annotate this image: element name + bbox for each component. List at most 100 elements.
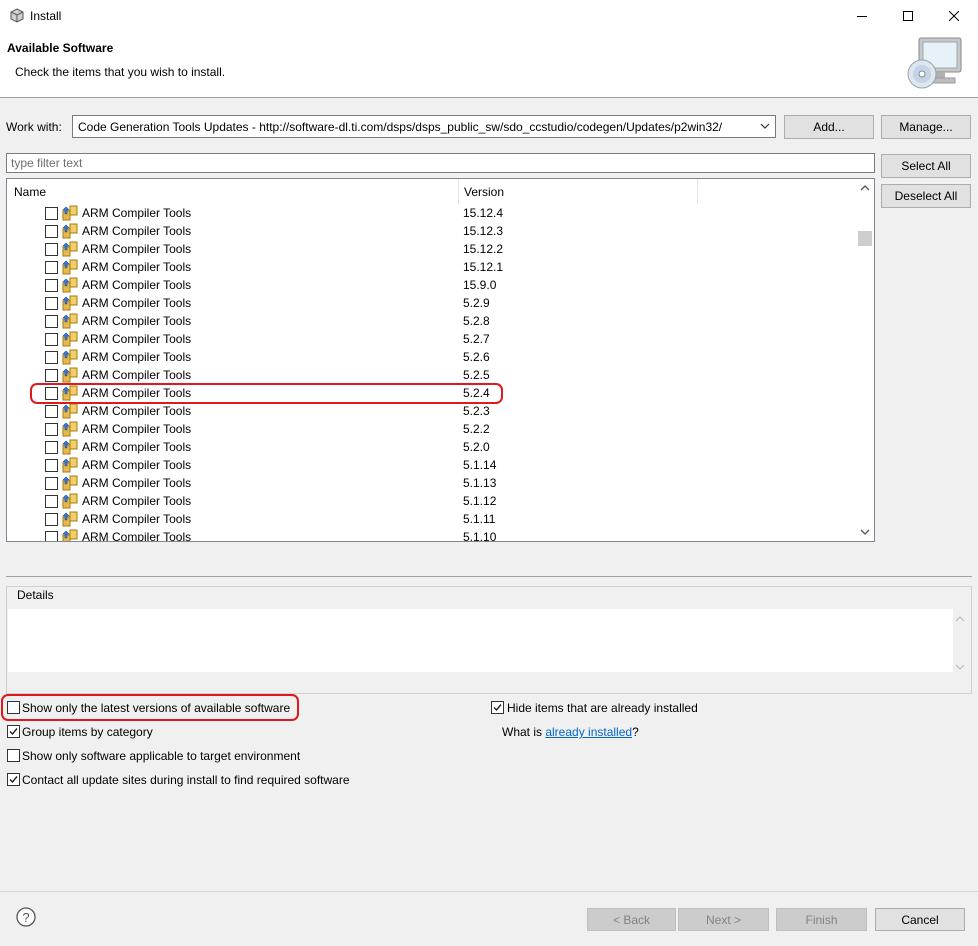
page-title: Available Software [7,41,114,55]
table-row[interactable]: ARM Compiler Tools 5.2.8 [7,312,859,330]
row-checkbox[interactable] [45,495,58,508]
already-installed-link[interactable]: already installed [545,725,632,739]
column-divider[interactable] [697,179,698,204]
table-row[interactable]: ARM Compiler Tools 15.12.2 [7,240,859,258]
deselect-all-button[interactable]: Deselect All [881,184,971,208]
row-checkbox[interactable] [45,333,58,346]
table-row[interactable]: ARM Compiler Tools 5.2.2 [7,420,859,438]
row-checkbox[interactable] [45,369,58,382]
checkbox-box[interactable] [7,773,20,786]
minimize-icon [857,15,867,17]
scrollbar-thumb[interactable] [858,231,872,246]
row-version: 15.12.4 [463,206,504,220]
row-name: ARM Compiler Tools [82,494,192,508]
row-checkbox[interactable] [45,531,58,541]
checkbox-box[interactable] [7,725,20,738]
scroll-down-icon[interactable] [860,528,870,536]
hide-installed-label[interactable]: Hide items that are already installed [507,701,698,715]
window-title: Install [30,9,62,23]
row-checkbox[interactable] [45,459,58,472]
table-row[interactable]: ARM Compiler Tools 5.1.13 [7,474,859,492]
row-checkbox[interactable] [45,225,58,238]
hide-installed-checkbox[interactable] [491,701,504,714]
group-by-category-checkbox[interactable] [7,725,20,738]
vertical-scrollbar[interactable] [857,179,874,541]
table-row[interactable]: ARM Compiler Tools 5.2.5 [7,366,859,384]
row-version: 5.2.3 [463,404,490,418]
table-row[interactable]: ARM Compiler Tools 5.2.3 [7,402,859,420]
row-name: ARM Compiler Tools [82,350,192,364]
row-name: ARM Compiler Tools [82,278,192,292]
software-tree-table[interactable]: Name Version ARM Compiler Tools 15.12.4 AR… [6,178,875,542]
page-subtitle: Check the items that you wish to install… [15,65,226,79]
add-site-button[interactable]: Add... [784,115,874,139]
details-scroll-down-icon[interactable] [955,660,965,674]
table-row[interactable]: ARM Compiler Tools 5.1.11 [7,510,859,528]
row-name: ARM Compiler Tools [82,332,192,346]
next-button[interactable]: Next > [678,908,769,931]
installable-unit-icon [62,349,78,365]
row-checkbox[interactable] [45,441,58,454]
installable-unit-icon [62,277,78,293]
table-row[interactable]: ARM Compiler Tools 5.2.6 [7,348,859,366]
table-row[interactable]: ARM Compiler Tools 15.9.0 [7,276,859,294]
row-checkbox[interactable] [45,207,58,220]
table-row[interactable]: ARM Compiler Tools 5.2.7 [7,330,859,348]
row-checkbox[interactable] [45,243,58,256]
table-row[interactable]: ARM Compiler Tools 5.2.0 [7,438,859,456]
select-all-button[interactable]: Select All [881,154,971,178]
applicable-only-label[interactable]: Show only software applicable to target … [22,749,300,763]
installable-unit-icon [62,331,78,347]
table-row[interactable]: ARM Compiler Tools 5.1.10 [7,528,859,541]
cancel-button[interactable]: Cancel [875,908,965,931]
installable-unit-icon [62,259,78,275]
column-header-version[interactable]: Version [464,185,504,199]
row-checkbox[interactable] [45,423,58,436]
installable-unit-icon [62,295,78,311]
maximize-button[interactable] [885,0,931,31]
details-text-area[interactable] [8,609,953,672]
row-checkbox[interactable] [45,297,58,310]
close-button[interactable] [931,0,977,31]
work-with-combobox[interactable]: Code Generation Tools Updates - http://s… [72,115,776,138]
row-version: 5.1.14 [463,458,497,472]
title-bar [0,0,978,31]
row-checkbox[interactable] [45,477,58,490]
row-checkbox[interactable] [45,405,58,418]
manage-sites-button[interactable]: Manage... [881,115,971,139]
row-checkbox[interactable] [45,513,58,526]
applicable-only-checkbox[interactable] [7,749,20,762]
row-version: 15.12.3 [463,224,504,238]
installable-unit-icon [62,529,78,541]
row-checkbox[interactable] [45,351,58,364]
filter-input[interactable] [7,154,874,172]
chevron-down-icon[interactable] [758,119,772,133]
table-row[interactable]: ARM Compiler Tools 15.12.3 [7,222,859,240]
table-row[interactable]: ARM Compiler Tools 15.12.4 [7,204,859,222]
column-header-name[interactable]: Name [14,185,46,199]
what-is-prefix: What is [502,725,546,739]
table-row[interactable]: ARM Compiler Tools 5.2.9 [7,294,859,312]
row-checkbox[interactable] [45,261,58,274]
row-checkbox[interactable] [45,315,58,328]
details-scroll-up-icon[interactable] [955,612,965,626]
table-row[interactable]: ARM Compiler Tools 5.1.14 [7,456,859,474]
table-row[interactable]: ARM Compiler Tools 15.12.1 [7,258,859,276]
table-row[interactable]: ARM Compiler Tools 5.1.12 [7,492,859,510]
help-icon: ? [16,907,36,927]
group-by-category-label[interactable]: Group items by category [22,725,153,739]
column-divider[interactable] [458,179,459,204]
finish-button[interactable]: Finish [776,908,867,931]
scroll-up-icon[interactable] [860,184,870,192]
checkbox-box[interactable] [491,701,504,714]
minimize-button[interactable] [839,0,885,31]
back-button[interactable]: < Back [587,908,676,931]
checkbox-box[interactable] [7,749,20,762]
filter-field[interactable] [6,153,875,173]
row-name: ARM Compiler Tools [82,260,192,274]
row-version: 5.1.13 [463,476,497,490]
contact-all-sites-checkbox[interactable] [7,773,20,786]
help-button[interactable]: ? [16,907,36,927]
row-checkbox[interactable] [45,279,58,292]
contact-all-sites-label[interactable]: Contact all update sites during install … [22,773,350,787]
